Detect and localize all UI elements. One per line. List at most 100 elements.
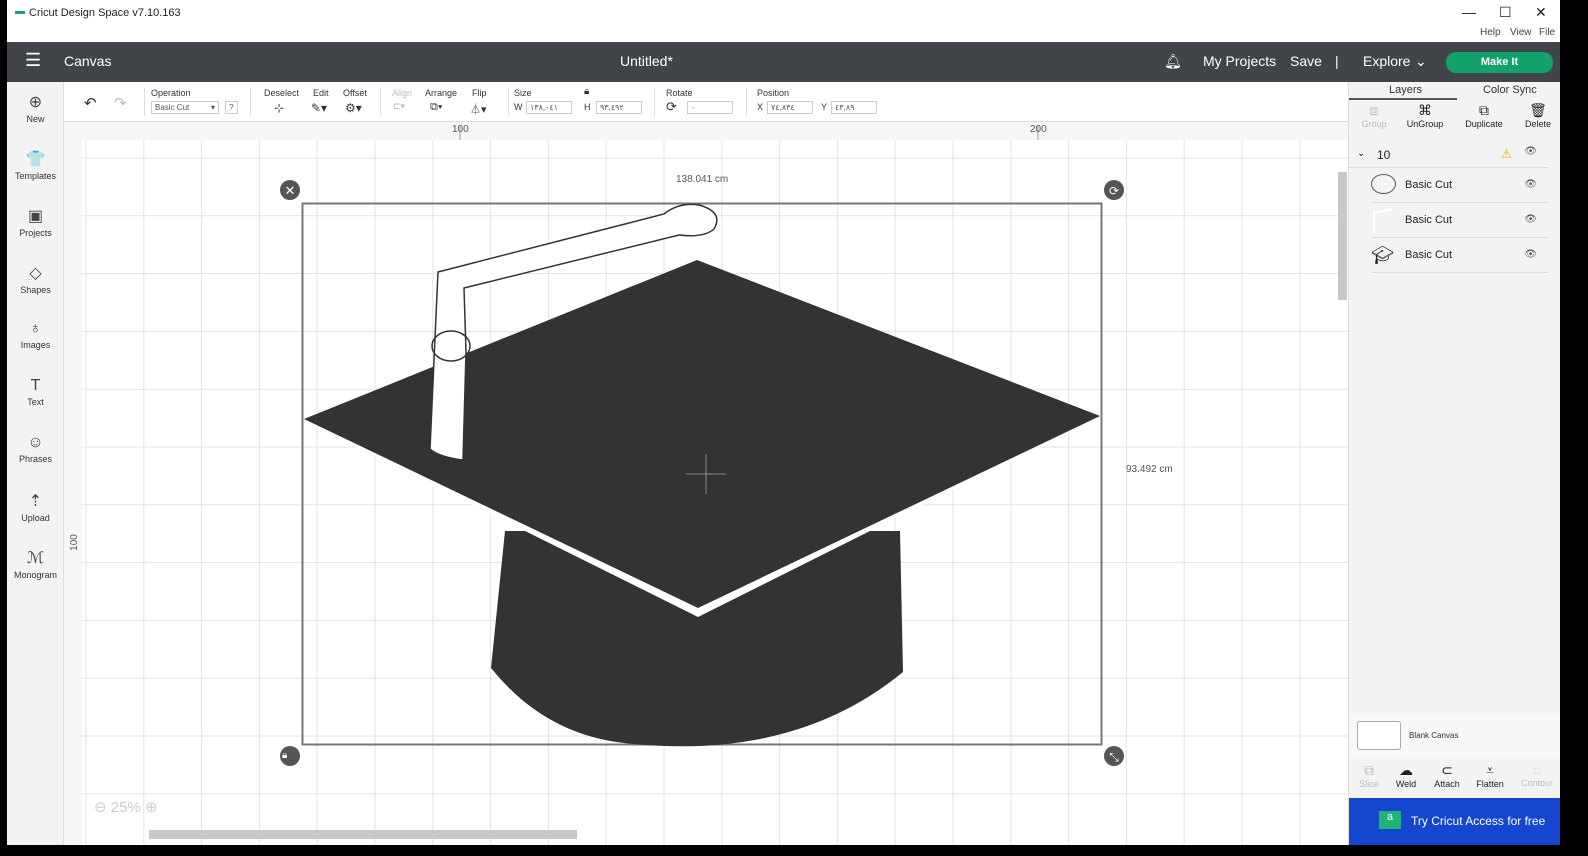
vertical-scrollbar[interactable]	[1338, 172, 1347, 300]
eye-icon[interactable]: 👁︎	[1524, 179, 1537, 190]
sidebar-item-projects[interactable]: ▣ Projects	[7, 206, 64, 238]
menu-file[interactable]: File	[1539, 27, 1555, 38]
arrange-icon[interactable]: ⧉▾	[430, 101, 442, 114]
ruler-top-100: 100	[452, 124, 469, 135]
rotate-label: Rotate	[666, 88, 693, 98]
undo-icon[interactable]: ↶	[84, 94, 97, 112]
menu-view[interactable]: View	[1510, 27, 1532, 38]
sidebar-item-text[interactable]: T Text	[7, 377, 64, 407]
save-button[interactable]: Save	[1290, 53, 1322, 69]
width-input[interactable]: ١٣٨,٠٤١	[526, 101, 572, 114]
align-icon[interactable]: ⊏▾	[393, 101, 405, 112]
chevron-down-icon[interactable]: ⌄	[1357, 148, 1365, 159]
delete-button[interactable]: 🗑︎ Delete	[1513, 102, 1560, 129]
tab-color-sync[interactable]: Color Sync	[1483, 84, 1537, 96]
make-it-button[interactable]: Make It	[1446, 52, 1553, 73]
ungroup-button[interactable]: ⌘ UnGroup	[1400, 102, 1450, 129]
sidebar-item-shapes[interactable]: ◇ Shapes	[7, 263, 64, 295]
action-label: Group	[1361, 119, 1387, 129]
tab-layers[interactable]: Layers	[1389, 84, 1422, 96]
top-ruler	[64, 122, 1348, 140]
sidebar-item-templates[interactable]: 👕 Templates	[7, 149, 64, 181]
cricut-access-banner[interactable]: a Try Cricut Access for free	[1349, 798, 1560, 845]
sidebar-item-monogram[interactable]: ℳ Monogram	[7, 548, 64, 580]
minimize-button[interactable]: —	[1462, 4, 1476, 20]
action-label: Duplicate	[1465, 119, 1503, 129]
sidebar-item-new[interactable]: ⊕ New	[7, 92, 64, 124]
hamburger-menu-icon[interactable]: ☰	[25, 50, 41, 71]
action-label: Slice	[1359, 779, 1379, 789]
close-button[interactable]: ✕	[1535, 4, 1547, 21]
upload-icon: ⇡	[28, 493, 43, 510]
zoom-out-icon[interactable]: ⊖	[94, 799, 107, 816]
header-divider: |	[1335, 53, 1339, 69]
height-input[interactable]: ٩٣,٤٩٢	[596, 101, 642, 114]
layer-label: Basic Cut	[1405, 214, 1453, 226]
duplicate-button[interactable]: ⧉ Duplicate	[1459, 102, 1509, 129]
canvas-swatch[interactable]	[1357, 721, 1401, 750]
menu-help[interactable]: Help	[1480, 27, 1501, 38]
redo-icon[interactable]: ↷	[114, 94, 127, 112]
sidebar-item-images[interactable]: ♁ Images	[7, 320, 64, 350]
access-label: Try Cricut Access for free	[1411, 814, 1546, 828]
rotate-input[interactable]: ٠	[687, 101, 733, 114]
blank-canvas-row[interactable]: Blank Canvas	[1349, 714, 1560, 758]
operation-select[interactable]: Basic Cut ▾	[151, 101, 219, 114]
eye-icon[interactable]: 👁︎	[1524, 214, 1537, 225]
section-title: Canvas	[64, 53, 112, 69]
group-icon: ⧈	[1369, 102, 1379, 118]
divider	[508, 88, 509, 116]
layer-item[interactable]: Basic Cut 👁︎	[1371, 204, 1549, 238]
layer-item[interactable]: 🎓︎ Basic Cut 👁︎	[1371, 239, 1549, 273]
operation-help-button[interactable]: ?	[225, 101, 238, 114]
my-projects-link[interactable]: My Projects	[1203, 53, 1276, 69]
deselect-icon[interactable]: ⊹	[274, 101, 284, 115]
sidebar-label: Upload	[21, 513, 50, 523]
action-label: Weld	[1395, 779, 1417, 789]
group-button[interactable]: ⧈ Group	[1349, 102, 1399, 129]
tassel-thumbnail	[1373, 208, 1393, 234]
eye-icon[interactable]: 👁︎	[1524, 249, 1537, 260]
eye-icon[interactable]: 👁︎	[1524, 146, 1537, 157]
divider	[746, 88, 747, 116]
chevron-down-icon[interactable]: ⌄	[1415, 53, 1427, 70]
y-input[interactable]: ٤٣,٨٩	[831, 101, 877, 114]
lightbulb-icon: ♁	[29, 320, 42, 337]
ellipse-thumbnail	[1371, 174, 1396, 194]
design-canvas[interactable]: ✕ ⟳ ⤡ 100 200 100 138.041 cm 93.492 cm 🔒…	[64, 122, 1348, 845]
edit-label: Edit	[313, 88, 329, 98]
zoom-control: ⊖ 25% ⊕	[94, 798, 158, 816]
left-sidebar: ⊕ New 👕 Templates ▣ Projects ◇ Shapes ♁ Image…	[7, 82, 64, 845]
cap-thumbnail: 🎓︎	[1371, 245, 1394, 265]
pencil-icon[interactable]: ✎▾	[311, 101, 327, 115]
svg-text:✕: ✕	[285, 183, 296, 198]
sidebar-label: Images	[20, 340, 51, 350]
size-label: Size	[514, 88, 532, 98]
sidebar-label: Phrases	[18, 454, 53, 464]
lock-handle-icon[interactable]: 🔒︎	[282, 750, 287, 761]
offset-icon[interactable]: ⚙▾	[345, 101, 362, 115]
lock-icon[interactable]: 🔒︎	[584, 86, 589, 97]
contour-button[interactable]: ◌ Contour	[1512, 762, 1560, 788]
bell-icon[interactable]: 🔔︎	[1164, 53, 1182, 70]
left-ruler	[64, 122, 82, 845]
layer-item[interactable]: Basic Cut 👁︎	[1371, 169, 1549, 203]
app-logo-icon	[15, 11, 25, 14]
sidebar-item-upload[interactable]: ⇡ Upload	[7, 491, 64, 523]
explore-menu[interactable]: Explore	[1363, 53, 1410, 69]
position-label: Position	[757, 88, 790, 98]
ungroup-icon: ⌘	[1418, 102, 1432, 118]
flip-icon[interactable]: ⏃▾	[470, 101, 487, 117]
flatten-button[interactable]: ⩡ Flatten	[1465, 762, 1515, 789]
action-label: Delete	[1524, 119, 1551, 129]
layer-group[interactable]: ⌄ 10 ⚠ 👁︎	[1349, 140, 1549, 168]
x-input[interactable]: ٧٤,٨٣٤	[767, 101, 813, 114]
divider	[144, 88, 145, 116]
app-window: Cricut Design Space v7.10.163 — ☐ ✕ Help…	[7, 0, 1560, 845]
shirt-icon: 👕	[25, 151, 46, 168]
sidebar-item-phrases[interactable]: ☺ Phrases	[7, 434, 64, 464]
height-label: H	[584, 102, 591, 112]
horizontal-scrollbar[interactable]	[149, 830, 577, 839]
zoom-in-icon[interactable]: ⊕	[145, 799, 158, 816]
maximize-button[interactable]: ☐	[1499, 4, 1512, 21]
